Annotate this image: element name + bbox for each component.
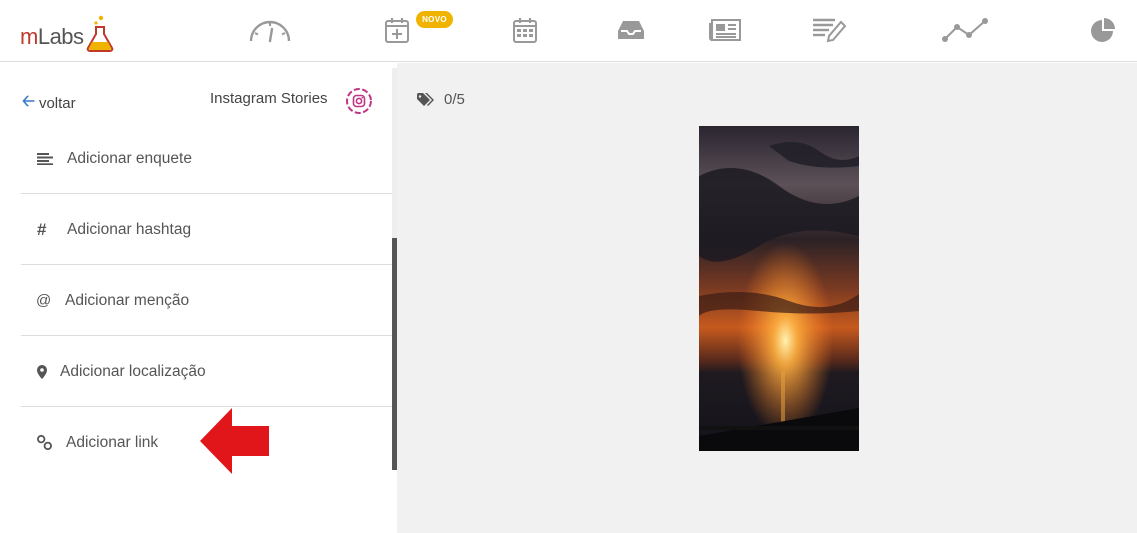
story-image: [699, 126, 859, 451]
mlabs-logo[interactable]: mLabs: [20, 8, 115, 54]
add-poll-item[interactable]: Adicionar enquete: [21, 123, 392, 194]
add-hashtag-item[interactable]: # Adicionar hashtag: [21, 194, 392, 265]
add-mention-item[interactable]: @ Adicionar menção: [21, 265, 392, 336]
analytics-line-icon[interactable]: [940, 12, 990, 48]
align-left-icon: [37, 123, 53, 194]
menu-item-label: Adicionar localização: [60, 362, 206, 380]
tag-count: 0/5: [444, 91, 465, 108]
instagram-stories-icon: [346, 88, 372, 114]
back-link[interactable]: 🡠 voltar: [22, 90, 76, 117]
calendar-add-icon[interactable]: [383, 12, 411, 48]
calendar-icon[interactable]: [512, 12, 538, 48]
tags-icon: [417, 92, 434, 106]
at-icon: @: [36, 292, 52, 309]
network-label: Instagram Stories: [210, 90, 328, 107]
story-options-panel: 🡠 voltar Instagram Stories Adicionar enq…: [0, 63, 397, 533]
hashtag-icon: #: [37, 219, 47, 239]
newspaper-icon[interactable]: [707, 12, 743, 48]
top-navbar: mLabs NOVO: [0, 0, 1137, 62]
report-edit-icon[interactable]: [810, 12, 848, 48]
menu-item-label: Adicionar enquete: [67, 149, 192, 167]
story-preview-area: 0/5: [397, 63, 1137, 533]
inbox-icon[interactable]: [616, 12, 646, 48]
map-pin-icon: [37, 336, 47, 407]
new-badge: NOVO: [416, 11, 453, 28]
red-arrow-pointer-icon: [200, 408, 269, 474]
add-location-item[interactable]: Adicionar localização: [21, 336, 392, 407]
menu-item-label: Adicionar menção: [65, 291, 190, 309]
arrow-left-icon: 🡠: [22, 93, 35, 110]
flask-icon: [86, 15, 113, 52]
menu-item-label: Adicionar hashtag: [67, 220, 192, 238]
link-icon: [37, 407, 52, 478]
pie-chart-icon[interactable]: [1089, 12, 1117, 48]
back-label: voltar: [38, 95, 76, 112]
dashboard-icon[interactable]: [247, 12, 293, 48]
tag-counter: 0/5: [417, 91, 465, 108]
logo-text: mLabs: [20, 24, 84, 49]
menu-item-label: Adicionar link: [66, 433, 159, 451]
